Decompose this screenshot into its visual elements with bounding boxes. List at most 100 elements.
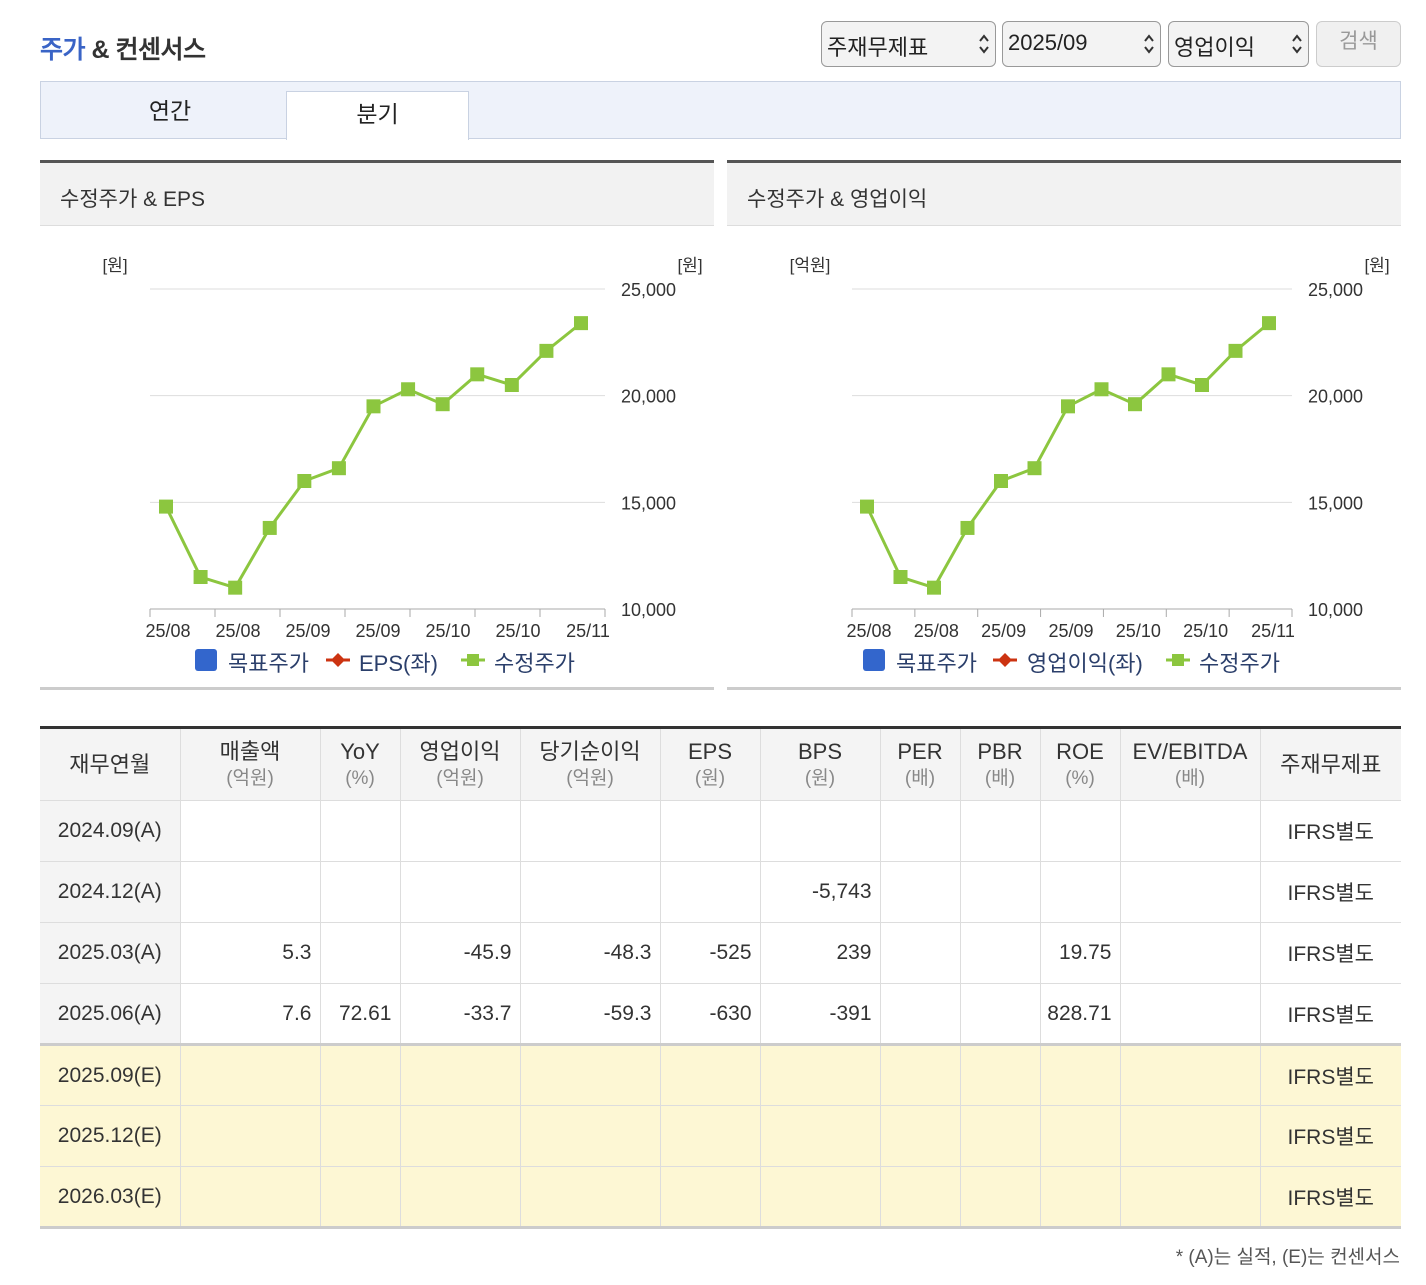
table-cell [1039,1043,1121,1106]
metric-select-value: 영업이익 [1174,35,1255,60]
row-period: 2025.09(E) [40,1043,181,1106]
table-cell [1039,800,1121,862]
data-point [297,474,312,488]
column-header-label: 재무연월 [69,752,151,777]
table-cell [879,1166,961,1229]
square-icon [195,649,217,671]
table-cell [759,1105,881,1167]
table-cell: -48.3 [519,922,661,984]
data-point [159,499,173,514]
data-point [401,382,416,397]
diamond-line-icon [326,653,350,667]
legend-label: 목표주가 [228,651,309,676]
tab-quarterly[interactable]: 분기 [286,91,469,140]
column-header-unit: (억원) [226,767,274,789]
table-cell [879,861,961,923]
financial-table-wrap: 재무연월 매출액 (억원) YoY (%) 영업이익 (억원) 당기순이익 (억원) EPS (원)… [40,726,1401,1229]
column-header-label: 주재무제표 [1280,752,1382,777]
table-cell [1119,1043,1261,1106]
column-header-unit: (원) [694,767,726,789]
table-cell [1119,983,1261,1045]
table-cell: 239 [759,922,881,984]
table-cell [879,1043,961,1106]
table-cell [519,861,661,923]
period-select[interactable]: 2025/09 [1002,21,1161,67]
data-point [1228,343,1243,358]
column-header-label: BPS [797,738,843,764]
table-cell [959,1166,1041,1229]
page-title: 주가 & 컨센서스 [40,30,206,66]
table-cell [659,1043,761,1106]
table-cell [399,1105,521,1167]
table-cell [759,800,881,862]
table-cell [1119,1166,1261,1229]
y-tick-label: 20,000 [621,387,676,407]
table-cell [1039,861,1121,923]
table-cell: -5,743 [759,861,881,923]
row-statement-type: IFRS별도 [1259,800,1401,862]
table-cell [399,861,521,923]
table-cell [1039,1166,1121,1229]
column-header: 재무연월 [40,727,181,801]
data-point [539,343,554,358]
table-cell [519,800,661,862]
column-header: 매출액 (억원) [179,727,321,801]
column-header-unit: (%) [345,767,375,789]
column-header: 당기순이익 (억원) [519,727,661,801]
table-cell [319,922,401,984]
table-cell [759,1166,881,1229]
column-header: 영업이익 (억원) [399,727,521,801]
table-cell: -391 [759,983,881,1045]
data-point [331,461,346,476]
table-cell [959,861,1041,923]
table-row: 2025.06(A) 7.6 72.61 -33.7 -59.3 -630 -391 828.… [40,983,1401,1045]
column-header: PBR (배) [959,727,1041,801]
title-highlight: 주가 [40,36,86,64]
y-tick-label: 10,000 [1308,600,1363,620]
row-period: 2025.03(A) [40,922,181,984]
legend-label: 수정주가 [1199,651,1280,676]
search-button[interactable]: 검색 [1316,21,1401,67]
select-arrows-icon [1292,34,1302,54]
column-header-label: 당기순이익 [539,738,641,764]
table-row: 2025.09(E) IFRS별도 [40,1043,1401,1106]
column-header-label: 매출액 [219,738,281,764]
x-tick-label: 25/09 [355,621,400,641]
table-cell [179,1105,321,1167]
table-cell [959,800,1041,862]
statement-select[interactable]: 주재무제표 [821,21,996,67]
data-point [1128,397,1142,412]
y-tick-label: 25,000 [1308,280,1363,300]
data-point [504,378,519,392]
x-tick-label: 25/10 [1183,621,1228,641]
table-cell [519,1105,661,1167]
legend-label: EPS(좌) [359,651,438,676]
chart-title: 수정주가 & EPS [40,163,714,226]
column-header-label: EPS [687,738,733,764]
table-cell [659,1105,761,1167]
table-cell [399,1166,521,1229]
table-cell [659,861,761,923]
table-row: 2026.03(E) IFRS별도 [40,1166,1401,1229]
data-point [1195,378,1209,392]
table-cell: 5.3 [179,922,321,984]
operating-income-price-chart: 10,000 15,000 20,000 25,000 [억원] [원] 25/08 25/0… [790,256,1390,641]
period-select-value: 2025/09 [1008,30,1088,55]
x-tick-label: 25/09 [285,621,330,641]
table-cell: -525 [659,922,761,984]
column-header-label: PBR [977,738,1023,764]
table-cell [319,800,401,862]
metric-select[interactable]: 영업이익 [1168,21,1309,67]
column-header-unit: (배) [984,767,1016,789]
table-cell: -59.3 [519,983,661,1045]
x-tick-label: 25/08 [846,621,891,641]
table-cell [1119,1105,1261,1167]
row-statement-type: IFRS별도 [1259,983,1401,1045]
row-statement-type: IFRS별도 [1259,922,1401,984]
data-point [470,367,485,382]
column-header-unit: (원) [804,767,836,789]
select-arrows-icon [1144,34,1154,54]
square-line-icon [461,654,485,666]
tab-annual[interactable]: 연간 [41,82,299,139]
table-cell [319,861,401,923]
